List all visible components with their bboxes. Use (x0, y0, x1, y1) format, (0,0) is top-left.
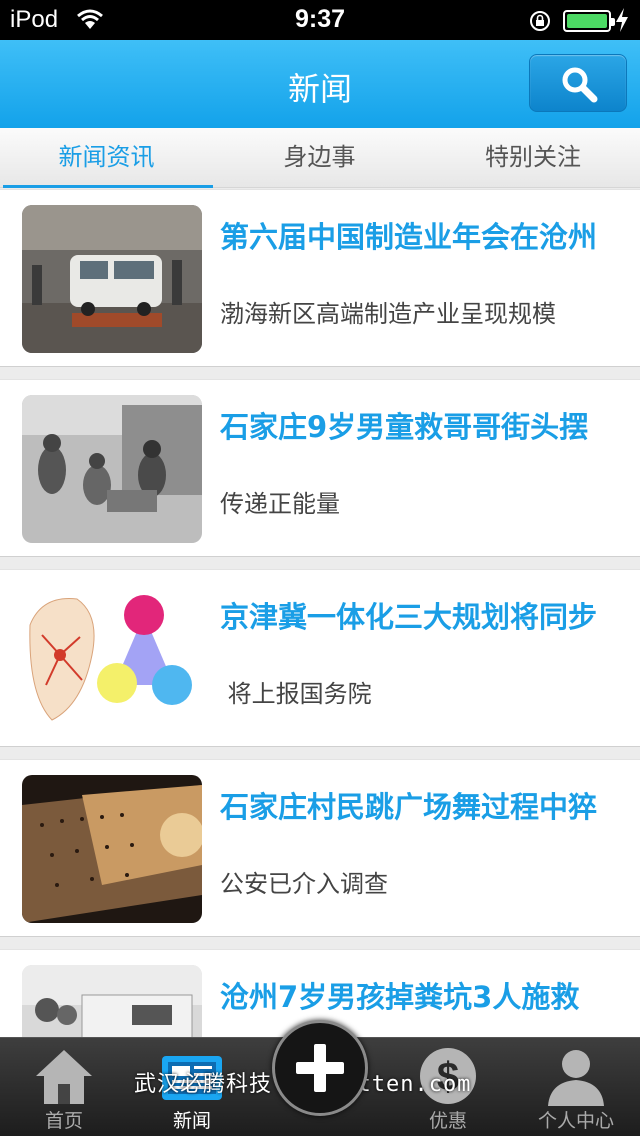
news-item[interactable]: 石家庄村民跳广场舞过程中猝 公安已介入调查 (0, 759, 640, 937)
tab-home[interactable]: 首页 (0, 1038, 128, 1136)
rotation-lock-icon (528, 9, 552, 37)
battery-icon (563, 10, 615, 32)
news-headline: 第六届中国制造业年会在沧州 (220, 220, 598, 254)
news-headline: 石家庄村民跳广场舞过程中猝 (220, 790, 598, 824)
add-button[interactable] (272, 1020, 368, 1116)
charging-icon (615, 8, 629, 36)
news-summary: 传递正能量 (220, 490, 340, 518)
news-thumbnail (22, 205, 202, 353)
active-tab-indicator (3, 185, 213, 188)
nav-bar: 新闻 (0, 40, 640, 128)
tab-label: 特别关注 (485, 143, 581, 171)
news-headline: 京津冀一体化三大规划将同步 (220, 600, 598, 634)
news-thumbnail (22, 585, 202, 733)
news-thumbnail (22, 965, 202, 1037)
news-list[interactable]: 第六届中国制造业年会在沧州 渤海新区高端制造产业呈现规模 石家庄9岁男童救哥哥街… (0, 189, 640, 1037)
news-summary: 渤海新区高端制造产业呈现规模 (220, 300, 556, 328)
status-bar: iPod 9:37 (0, 0, 640, 40)
news-item[interactable]: 第六届中国制造业年会在沧州 渤海新区高端制造产业呈现规模 (0, 189, 640, 367)
tab-label: 新闻资讯 (58, 143, 155, 171)
tab-label: 身边事 (283, 143, 356, 171)
news-thumbnail (22, 395, 202, 543)
news-headline: 石家庄9岁男童救哥哥街头摆 (220, 410, 589, 444)
tab-profile[interactable]: 个人中心 (512, 1038, 640, 1136)
tab-profile-label: 个人中心 (537, 1110, 614, 1132)
tab-nearby[interactable]: 身边事 (213, 128, 426, 188)
tab-special-focus[interactable]: 特别关注 (426, 128, 640, 188)
category-tabs: 新闻资讯 身边事 特别关注 (0, 128, 640, 188)
plus-icon (296, 1044, 344, 1092)
news-headline: 沧州7岁男孩掉粪坑3人施救 (220, 980, 580, 1014)
news-thumbnail (22, 775, 202, 923)
search-button[interactable] (529, 54, 627, 112)
news-summary: 将上报国务院 (220, 680, 372, 708)
news-item[interactable]: 石家庄9岁男童救哥哥街头摆 传递正能量 (0, 379, 640, 557)
news-summary: 公安已介入调查 (220, 870, 388, 898)
tab-discounts-label: 优惠 (428, 1110, 467, 1132)
search-icon (562, 67, 598, 103)
tab-news-info[interactable]: 新闻资讯 (0, 128, 213, 188)
tab-news-label: 新闻 (172, 1110, 211, 1132)
tab-home-label: 首页 (44, 1110, 83, 1132)
news-item[interactable]: 京津冀一体化三大规划将同步 将上报国务院 (0, 569, 640, 747)
home-icon (32, 1044, 96, 1112)
person-icon (544, 1044, 608, 1112)
